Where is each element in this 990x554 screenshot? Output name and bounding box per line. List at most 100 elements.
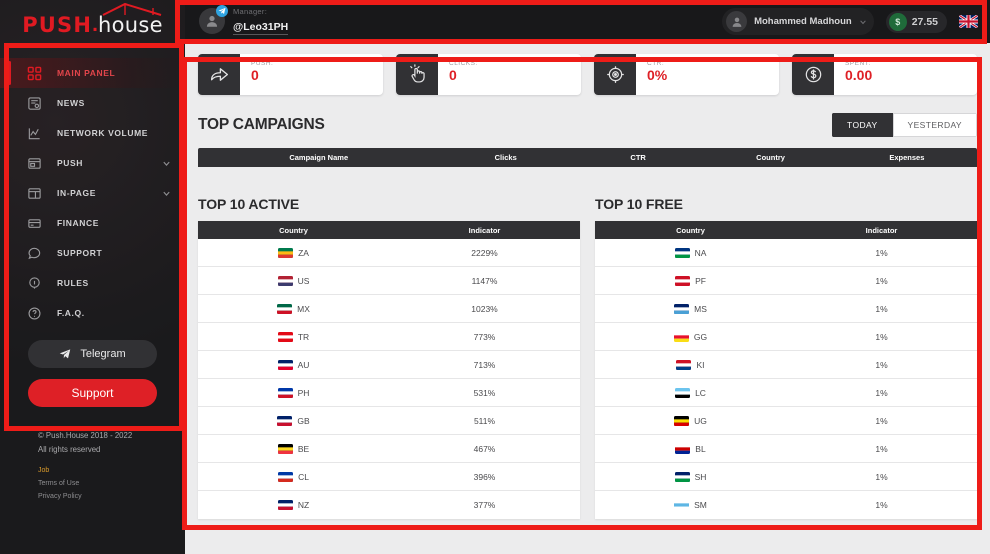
country-code: CL [298, 471, 309, 482]
table-row: UG 1% [595, 407, 977, 435]
sidebar-item-label: F.A.Q. [57, 308, 85, 318]
telegram-button-label: Telegram [80, 348, 126, 360]
table-row: TR 773% [198, 323, 580, 351]
sidebar-item-push[interactable]: PUSH [0, 148, 185, 178]
table-row: US 1147% [198, 267, 580, 295]
country-cell: UG [595, 415, 786, 426]
chevron-down-icon[interactable] [859, 18, 867, 26]
country-flag-icon [674, 303, 690, 314]
sidebar-item-faq[interactable]: F.A.Q. [0, 298, 185, 328]
country-code: AU [297, 359, 310, 370]
sidebar-item-news[interactable]: NEWS [0, 88, 185, 118]
copyright-text: © Push.House 2018 - 2022 [38, 431, 133, 440]
column-header: CTR [630, 153, 646, 162]
chevron-down-icon[interactable] [162, 159, 171, 168]
info-icon [26, 275, 43, 292]
table-row: NZ 377% [198, 491, 580, 519]
country-cell: NZ [198, 500, 389, 510]
table-row: MX 1023% [198, 295, 580, 323]
country-flag-icon [278, 247, 294, 258]
toggle-today[interactable]: TODAY [832, 113, 893, 137]
chart-icon [26, 125, 43, 142]
table-row: PH 531% [198, 379, 580, 407]
country-code: GB [297, 415, 310, 426]
sidebar-item-main-panel[interactable]: MAIN PANEL [0, 58, 185, 88]
balance-chip[interactable]: $ 27.55 [885, 10, 947, 33]
country-code: BE [297, 443, 310, 454]
footer-link-job[interactable]: Job [38, 465, 185, 478]
indicator-value: 396% [473, 471, 496, 482]
uk-flag-icon[interactable] [959, 15, 978, 28]
table-header-row: Country Indicator [595, 221, 977, 239]
country-cell: US [198, 275, 389, 286]
table-row: CL 396% [198, 463, 580, 491]
user-menu[interactable]: Mohammed Madhoun [722, 8, 874, 35]
logo-house-text: house [97, 12, 163, 37]
country-code: MS [694, 303, 707, 314]
sidebar-item-network-volume[interactable]: NETWORK VOLUME [0, 118, 185, 148]
sidebar: PUSH . house MAIN PANEL NEWS NETWORK VOL… [0, 0, 185, 554]
chevron-down-icon[interactable] [162, 189, 171, 198]
sidebar-item-finance[interactable]: FINANCE [0, 208, 185, 238]
indicator-value: 1% [875, 303, 888, 314]
card-icon [26, 215, 43, 232]
support-button[interactable]: Support [28, 379, 157, 407]
country-cell: KI [595, 359, 786, 370]
country-cell: SM [595, 500, 786, 510]
sidebar-actions: Telegram Support [0, 328, 185, 407]
country-cell: PF [595, 275, 786, 286]
table-row: GB 511% [198, 407, 580, 435]
sidebar-item-label: MAIN PANEL [57, 68, 116, 78]
dollar-coin-icon [792, 54, 834, 95]
indicator-value: 377% [473, 500, 496, 510]
stats-row: PUSH: 0 CLICKS: 0 CTR: 0% SPENT: 0.00 [198, 54, 977, 95]
column-header: Country [279, 225, 308, 235]
top-free-section: TOP 10 FREE Country Indicator NA 1% PF 1% MS… [595, 196, 977, 519]
country-code: PF [695, 275, 706, 286]
country-cell: LC [595, 387, 786, 398]
sidebar-item-label: SUPPORT [57, 248, 103, 258]
logo[interactable]: PUSH . house [0, 0, 185, 49]
country-code: NZ [297, 500, 310, 510]
manager-handle-link[interactable]: @Leo31PH [233, 21, 289, 35]
country-flag-icon [675, 275, 691, 286]
user-icon [732, 17, 741, 27]
toggle-yesterday[interactable]: YESTERDAY [892, 113, 977, 137]
country-flag-icon [277, 443, 293, 454]
currency-icon: $ [888, 12, 907, 31]
country-flag-icon [277, 331, 293, 342]
sidebar-item-in-page[interactable]: IN-PAGE [0, 178, 185, 208]
country-cell: TR [198, 331, 389, 342]
country-code: TR [297, 331, 310, 342]
country-flag-icon [277, 500, 293, 510]
user-name: Mohammed Madhoun [754, 16, 852, 27]
manager-label: Manager: [233, 6, 268, 16]
telegram-button[interactable]: Telegram [28, 340, 157, 368]
column-header: Indicator [468, 225, 501, 235]
footer-link-privacy[interactable]: Privacy Policy [38, 491, 185, 504]
target-icon [594, 54, 636, 95]
sidebar-item-rules[interactable]: RULES [0, 268, 185, 298]
top-free-title: TOP 10 FREE [595, 196, 683, 212]
telegram-badge-icon [216, 5, 228, 18]
table-row: SM 1% [595, 491, 977, 519]
table-header-row: Country Indicator [198, 221, 580, 239]
sidebar-item-label: RULES [57, 278, 89, 288]
sidebar-nav: MAIN PANEL NEWS NETWORK VOLUME PUSH IN-P… [0, 49, 185, 328]
table-row: GG 1% [595, 323, 977, 351]
manager-block[interactable]: Manager: @Leo31PH [199, 5, 289, 35]
topbar: Manager: @Leo31PH Mohammed Madhoun $ 27.… [185, 0, 990, 43]
footer-link-terms[interactable]: Terms of Use [38, 478, 185, 491]
country-cell: PH [198, 387, 389, 398]
country-code: GG [693, 331, 708, 342]
sidebar-item-label: NEWS [57, 98, 85, 108]
indicator-value: 1147% [471, 275, 498, 286]
table-row: KI 1% [595, 351, 977, 379]
column-header: Indicator [865, 225, 898, 235]
user-icon [206, 16, 218, 28]
window-icon [26, 155, 43, 172]
indicator-value: 1% [875, 247, 888, 258]
country-code: KI [696, 359, 705, 370]
sidebar-item-support[interactable]: SUPPORT [0, 238, 185, 268]
top-free-table: Country Indicator NA 1% PF 1% MS 1% GG 1% KI 1% LC… [595, 221, 977, 519]
